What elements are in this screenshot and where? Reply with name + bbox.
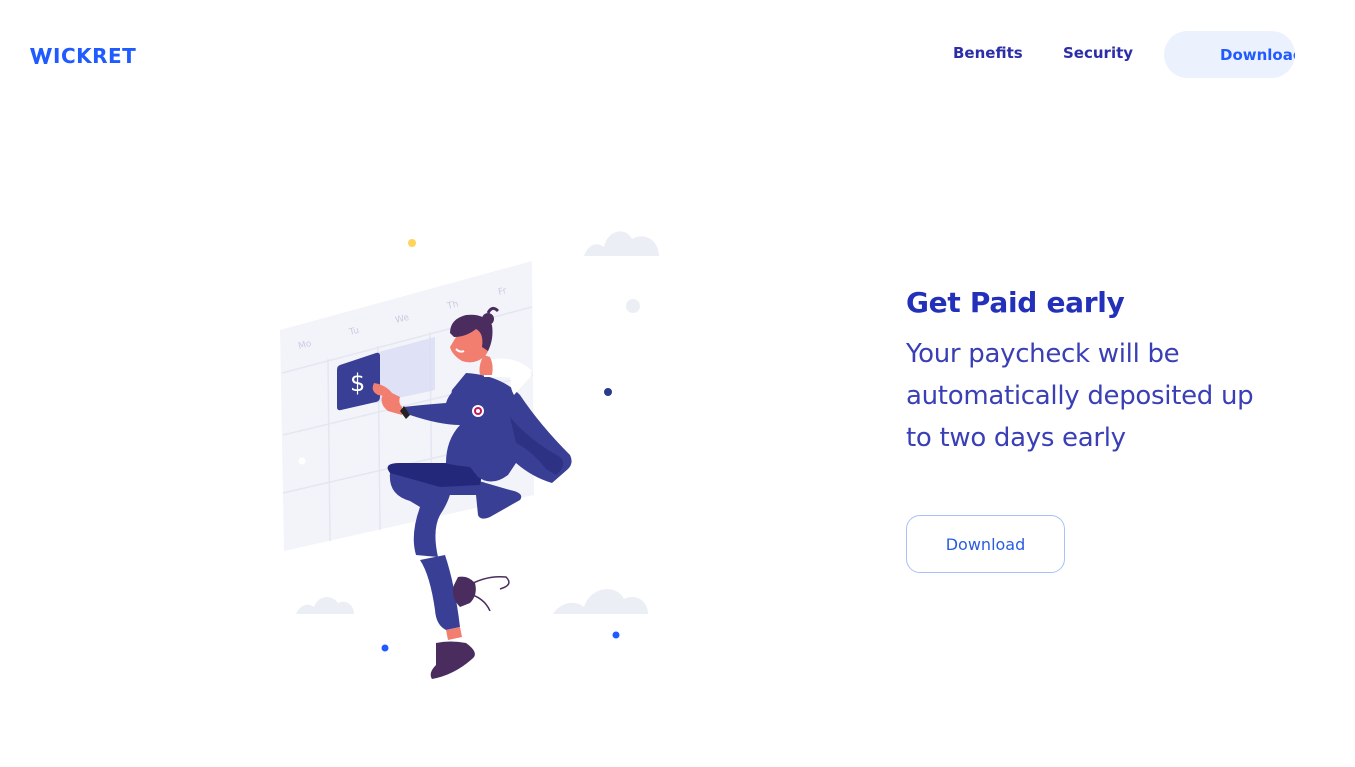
hero-download-button[interactable]: Download [906, 515, 1065, 573]
cloud-icon [553, 589, 648, 614]
nav-link-security[interactable]: Security [1063, 44, 1133, 62]
decor-dot [612, 631, 620, 639]
top-nav: Benefits Security Download [0, 30, 1355, 78]
hero-title: Get Paid early [906, 286, 1125, 319]
landing-page: ICKRET Benefits Security Download [0, 0, 1355, 767]
decor-dot [408, 239, 416, 247]
decor-dot [604, 388, 612, 396]
nav-download-button[interactable]: Download [1164, 31, 1295, 78]
nav-link-benefits[interactable]: Benefits [953, 44, 1023, 62]
nav-download-label: Download [1220, 46, 1295, 64]
hero-subtitle: Your paycheck will be automatically depo… [906, 339, 1254, 453]
cloud-icon [584, 231, 659, 256]
cloud-icon [296, 597, 354, 614]
hero-illustration: Mo Tu We Th Fr $ [280, 231, 659, 679]
decor-dot [626, 299, 640, 313]
dollar-symbol: $ [350, 369, 365, 397]
decor-dot [381, 644, 389, 652]
